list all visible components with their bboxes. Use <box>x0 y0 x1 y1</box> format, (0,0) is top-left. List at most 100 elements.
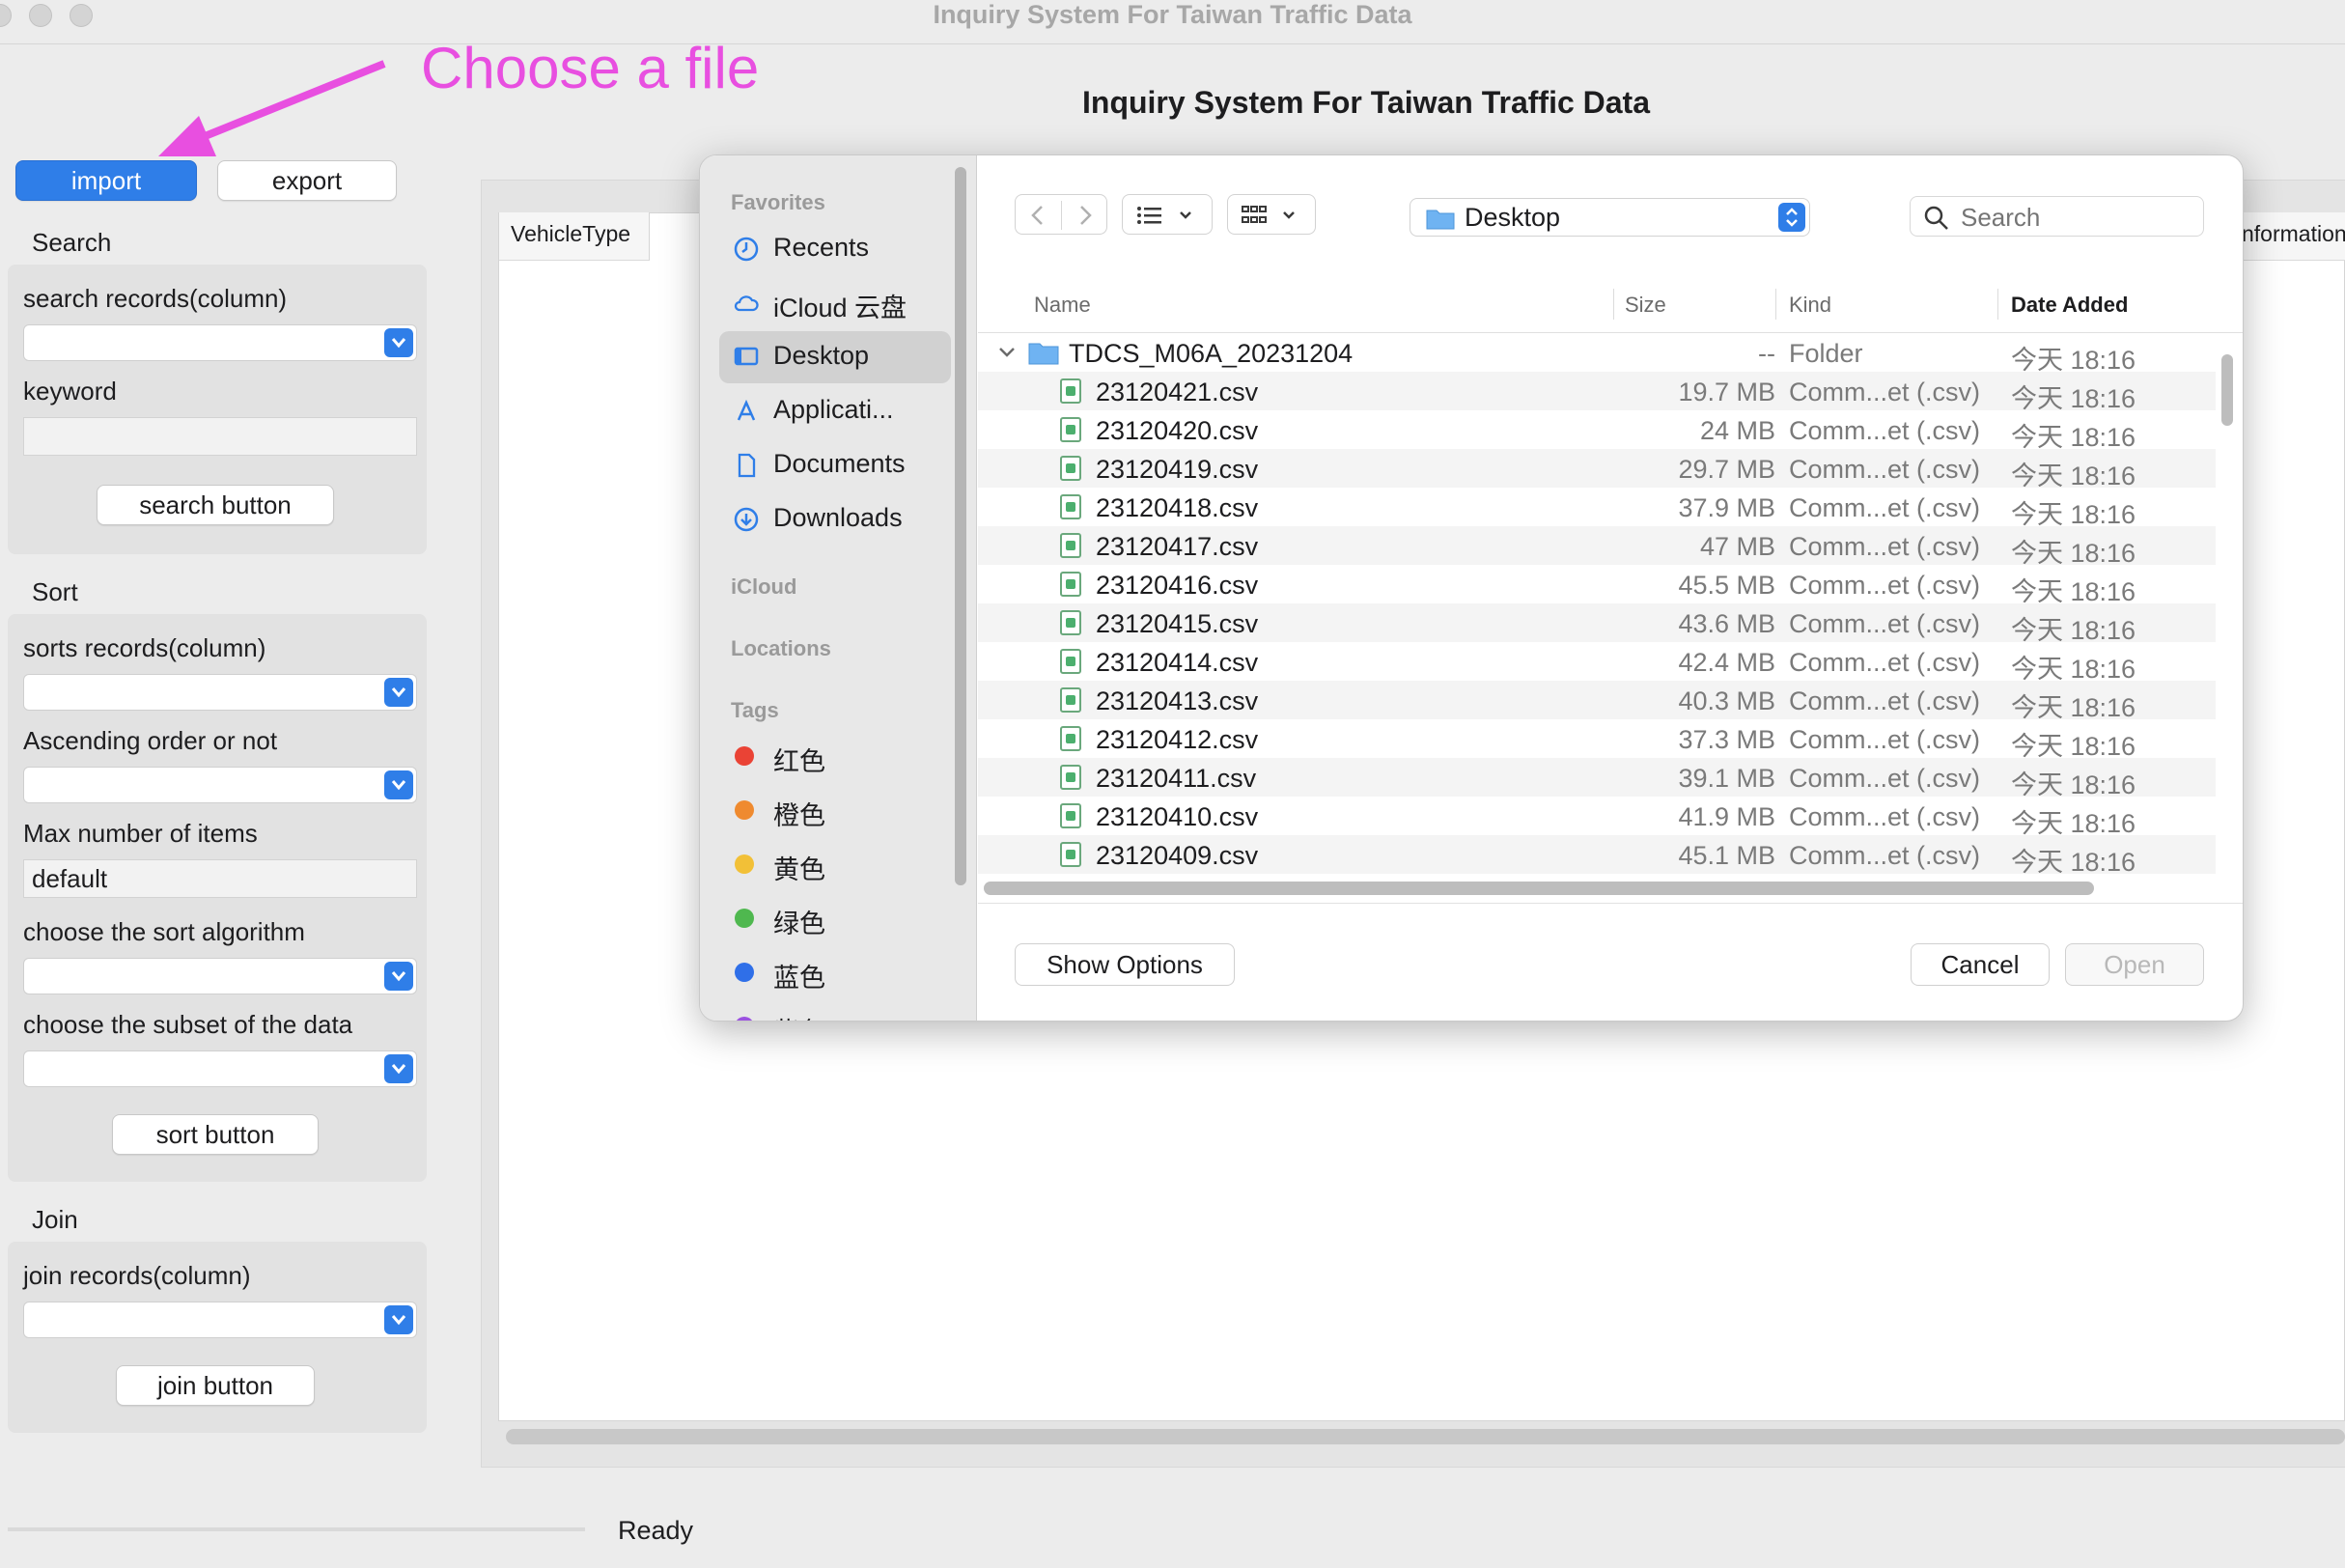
back-icon[interactable] <box>1025 203 1052 228</box>
list-view-button[interactable] <box>1122 194 1213 235</box>
keyword-label: keyword <box>23 377 117 406</box>
sidebar-item-label: 橙色 <box>773 801 825 830</box>
sidebar-tag-green[interactable]: 绿色 <box>719 893 951 945</box>
join-column-select[interactable] <box>23 1302 417 1338</box>
cancel-button[interactable]: Cancel <box>1911 943 2050 986</box>
file-name: 23120413.csv <box>1096 686 1259 715</box>
chevron-down-icon <box>384 1054 413 1083</box>
tag-dot-icon <box>735 854 754 874</box>
table-horizontal-scrollbar[interactable] <box>506 1429 2345 1444</box>
column-header-name[interactable]: Name <box>1034 293 1091 318</box>
file-kind: Comm...et (.csv) <box>1789 764 1981 793</box>
csv-file-icon <box>1060 417 1081 442</box>
column-header-kind[interactable]: Kind <box>1789 293 1831 318</box>
sidebar-item-desktop[interactable]: Desktop <box>719 331 951 383</box>
search-column-label: search records(column) <box>23 284 288 313</box>
max-items-input[interactable]: default <box>23 859 417 898</box>
search-button[interactable]: search button <box>97 485 334 525</box>
cloud-icon <box>734 295 759 312</box>
sidebar-item-label: Desktop <box>773 341 870 370</box>
file-kind: Comm...et (.csv) <box>1789 416 1981 445</box>
document-icon <box>738 453 756 478</box>
sidebar-item-documents[interactable]: Documents <box>719 439 951 491</box>
sort-subset-select[interactable] <box>23 1050 417 1087</box>
icloud-section-label[interactable]: iCloud <box>731 574 796 600</box>
disclosure-chevron-icon[interactable] <box>997 345 1017 360</box>
sidebar-item-icloud-drive[interactable]: iCloud 云盘 <box>719 277 951 329</box>
sort-section-label: Sort <box>32 577 78 606</box>
file-list[interactable]: TDCS_M06A_20231204 -- Folder 今天 18:16 23… <box>978 333 2216 1021</box>
tag-dot-icon <box>735 1017 754 1021</box>
sort-algorithm-select[interactable] <box>23 958 417 994</box>
file-row[interactable]: 23120414.csv 42.4 MB Comm...et (.csv) 今天 18… <box>978 642 2216 684</box>
dialog-search-input[interactable] <box>1961 203 2192 232</box>
join-button[interactable]: join button <box>116 1365 315 1406</box>
location-popup[interactable]: Desktop <box>1410 198 1810 237</box>
csv-file-icon <box>1060 456 1081 481</box>
forward-icon[interactable] <box>1072 203 1099 228</box>
folder-row[interactable]: TDCS_M06A_20231204 -- Folder 今天 18:16 <box>978 333 2216 375</box>
file-kind: Comm...et (.csv) <box>1789 493 1981 522</box>
csv-file-icon <box>1060 726 1081 751</box>
file-list-horizontal-scrollbar[interactable] <box>984 882 2094 895</box>
export-button[interactable]: export <box>217 160 397 201</box>
sort-column-select[interactable] <box>23 674 417 711</box>
open-button[interactable]: Open <box>2065 943 2204 986</box>
location-label: Desktop <box>1465 203 1561 232</box>
file-row[interactable]: 23120416.csv 45.5 MB Comm...et (.csv) 今天 18… <box>978 565 2216 606</box>
sidebar-tag-blue[interactable]: 蓝色 <box>719 947 951 999</box>
csv-file-icon <box>1060 765 1081 790</box>
file-row[interactable]: 23120421.csv 19.7 MB Comm...et (.csv) 今天 18… <box>978 372 2216 413</box>
chevron-down-icon <box>384 1305 413 1334</box>
import-button[interactable]: import <box>15 160 197 201</box>
file-row[interactable]: 23120417.csv 47 MB Comm...et (.csv) 今天 18:1… <box>978 526 2216 568</box>
list-view-icon <box>1137 207 1191 224</box>
file-row[interactable]: 23120413.csv 40.3 MB Comm...et (.csv) 今天 18… <box>978 681 2216 722</box>
file-row[interactable]: 23120412.csv 37.3 MB Comm...et (.csv) 今天 18… <box>978 719 2216 761</box>
file-row[interactable]: 23120415.csv 43.6 MB Comm...et (.csv) 今天 18… <box>978 603 2216 645</box>
file-date: 今天 18:16 <box>2011 848 2136 877</box>
open-file-dialog: Favorites Recents iCloud 云盘 Desktop Appl… <box>699 154 2244 1022</box>
tags-section-label[interactable]: Tags <box>731 698 779 723</box>
file-size: 39.1 MB <box>1678 764 1775 793</box>
column-header-information[interactable]: nformation <box>2230 212 2345 261</box>
locations-section-label[interactable]: Locations <box>731 636 831 661</box>
grid-view-icon <box>1242 206 1295 223</box>
show-options-button[interactable]: Show Options <box>1015 943 1235 986</box>
file-row[interactable]: 23120419.csv 29.7 MB Comm...et (.csv) 今天 18… <box>978 449 2216 490</box>
sidebar-item-label: Applicati... <box>773 395 894 424</box>
search-group: search records(column) keyword search bu… <box>8 265 427 554</box>
column-header-vehicletype[interactable]: VehicleType <box>499 212 650 261</box>
column-header-date-added[interactable]: Date Added <box>2011 293 2128 318</box>
sidebar-item-label: Recents <box>773 233 870 262</box>
group-view-button[interactable] <box>1227 194 1316 235</box>
sidebar-item-downloads[interactable]: Downloads <box>719 493 951 546</box>
csv-file-icon <box>1060 610 1081 635</box>
column-header-size[interactable]: Size <box>1625 293 1666 318</box>
sidebar-tag-red[interactable]: 红色 <box>719 731 951 783</box>
sort-order-select[interactable] <box>23 767 417 803</box>
file-row[interactable]: 23120410.csv 41.9 MB Comm...et (.csv) 今天 18… <box>978 797 2216 838</box>
sidebar-scrollbar[interactable] <box>955 167 966 885</box>
sidebar-item-applications[interactable]: Applicati... <box>719 385 951 437</box>
tag-dot-icon <box>735 909 754 928</box>
sidebar-item-recents[interactable]: Recents <box>719 223 951 275</box>
file-row[interactable]: 23120409.csv 45.1 MB Comm...et (.csv) 今天 18… <box>978 835 2216 877</box>
search-column-select[interactable] <box>23 324 417 361</box>
download-icon <box>734 507 759 532</box>
sidebar-tag-purple[interactable]: 紫色 <box>719 1001 951 1021</box>
file-name: 23120409.csv <box>1096 841 1259 870</box>
keyword-input[interactable] <box>23 417 417 456</box>
dialog-search-box[interactable] <box>1910 196 2204 237</box>
tag-dot-icon <box>735 963 754 982</box>
file-size: 40.3 MB <box>1678 686 1775 715</box>
sidebar-tag-orange[interactable]: 橙色 <box>719 785 951 837</box>
file-row[interactable]: 23120420.csv 24 MB Comm...et (.csv) 今天 18:1… <box>978 410 2216 452</box>
file-row[interactable]: 23120418.csv 37.9 MB Comm...et (.csv) 今天 18… <box>978 488 2216 529</box>
sort-button[interactable]: sort button <box>112 1114 319 1155</box>
file-kind: Comm...et (.csv) <box>1789 609 1981 638</box>
applications-icon <box>737 399 756 421</box>
file-list-vertical-scrollbar[interactable] <box>2221 354 2233 426</box>
sidebar-tag-yellow[interactable]: 黄色 <box>719 839 951 891</box>
file-row[interactable]: 23120411.csv 39.1 MB Comm...et (.csv) 今天 18… <box>978 758 2216 799</box>
